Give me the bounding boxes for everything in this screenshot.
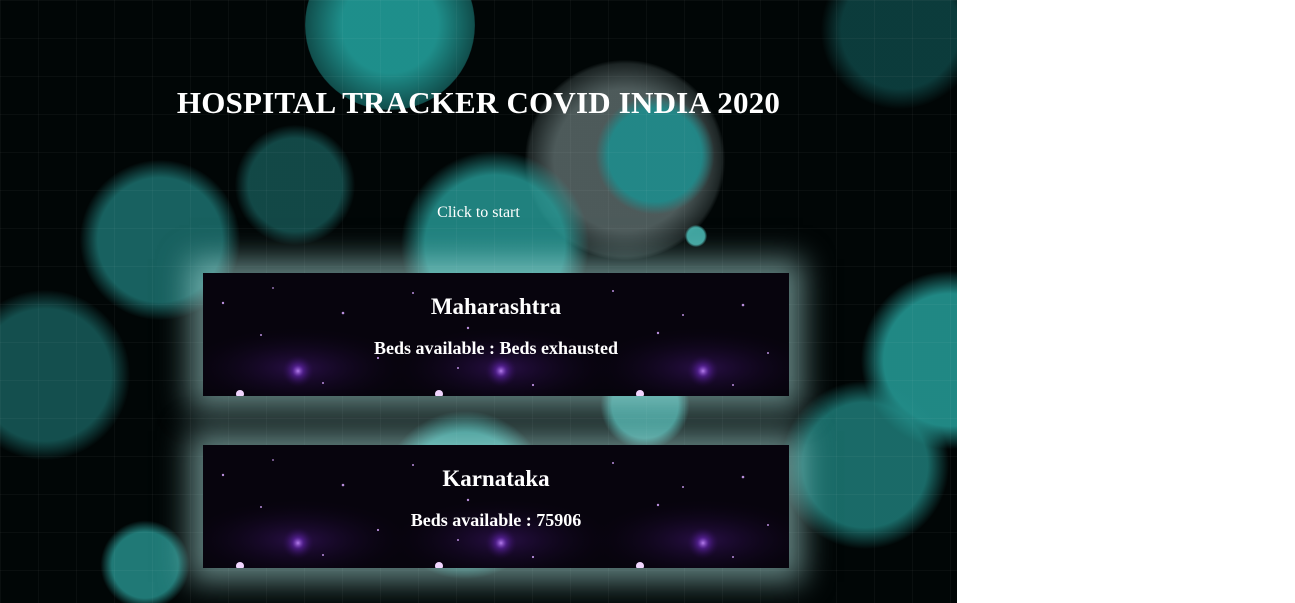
state-card: Maharashtra Beds available : Beds exhaus… [203, 273, 789, 396]
click-to-start-link[interactable]: Click to start [0, 203, 957, 223]
starfield-background [203, 445, 789, 568]
beds-available-value: Beds exhausted [499, 338, 619, 358]
background-stage: HOSPITAL TRACKER COVID INDIA 2020 Click … [0, 0, 957, 603]
bokeh-decoration [235, 125, 355, 245]
bokeh-decoration [100, 520, 190, 603]
bokeh-decoration [685, 225, 707, 247]
page-title: HOSPITAL TRACKER COVID INDIA 2020 [176, 85, 781, 120]
beds-available-line: Beds available : Beds exhausted [203, 337, 789, 359]
state-card: Karnataka Beds available : 75906 [203, 445, 789, 568]
state-name: Karnataka [442, 466, 550, 491]
beds-available-label: Beds available : [410, 510, 537, 530]
starfield-background [203, 273, 789, 396]
bokeh-decoration [860, 270, 957, 450]
beds-available-line: Beds available : 75906 [203, 509, 789, 531]
bokeh-decoration [0, 290, 130, 460]
beds-available-label: Beds available : [373, 338, 500, 358]
state-name: Maharashtra [430, 294, 562, 319]
bokeh-decoration [780, 380, 950, 550]
beds-available-value: 75906 [536, 510, 582, 530]
